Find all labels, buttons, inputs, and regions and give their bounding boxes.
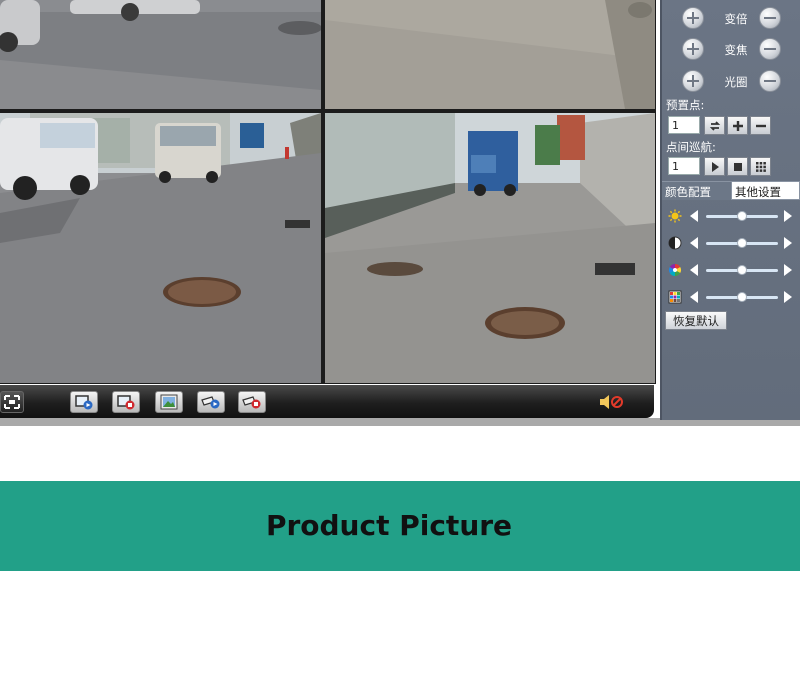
camera-view-2[interactable] [325, 0, 655, 109]
stop-icon [733, 162, 742, 171]
brightness-increase-button[interactable] [784, 210, 792, 222]
snapshot-icon [160, 394, 178, 410]
zoom-in-button[interactable] [682, 7, 704, 29]
preset-call-button[interactable] [704, 116, 725, 135]
banner-title: Product Picture [265, 509, 513, 542]
control-panel: 变倍 变焦 光圈 预置点: 1 点间巡航: 1 颜色配置 其他设置 恢复默认 [660, 0, 800, 420]
plus-icon-stroke [692, 75, 694, 87]
hue-track[interactable] [706, 292, 778, 302]
plus-icon [732, 120, 743, 131]
record-start-button[interactable] [70, 391, 98, 413]
brightness-decrease-button[interactable] [690, 210, 698, 222]
zoom-label: 变倍 [724, 12, 748, 26]
tab-color-config[interactable]: 颜色配置 [662, 181, 731, 200]
contrast-increase-button[interactable] [784, 237, 792, 249]
brightness-slider-row [668, 209, 798, 223]
play-icon [711, 161, 719, 172]
iris-control: 光圈 [682, 70, 782, 94]
camera-image-1 [0, 0, 321, 109]
grid-icon [755, 161, 766, 172]
preset-label: 预置点: [666, 98, 705, 112]
hue-thumb[interactable] [737, 292, 747, 302]
camera-image-4 [325, 113, 655, 383]
saturation-thumb[interactable] [737, 265, 747, 275]
camera-image-2 [325, 0, 655, 109]
bottom-toolbar [0, 385, 654, 418]
contrast-decrease-button[interactable] [690, 237, 698, 249]
camera-view-1[interactable] [0, 0, 321, 109]
mute-button[interactable] [598, 394, 626, 410]
hue-slider-row [668, 290, 798, 304]
iris-label: 光圈 [724, 75, 748, 89]
zoom-control: 变倍 [682, 7, 782, 31]
brightness-thumb[interactable] [737, 211, 747, 221]
cruise-label: 点间巡航: [666, 140, 716, 154]
minus-icon [764, 48, 776, 50]
hue-grid-icon [668, 290, 682, 304]
camera-play-button[interactable] [197, 391, 225, 413]
fullscreen-icon [4, 395, 20, 409]
cruise-play-button[interactable] [704, 157, 725, 176]
contrast-slider-row [668, 236, 798, 250]
video-grid [0, 0, 656, 384]
sun-icon [668, 209, 682, 223]
minus-icon [764, 17, 776, 19]
restore-defaults-button[interactable]: 恢复默认 [665, 311, 727, 330]
saturation-decrease-button[interactable] [690, 264, 698, 276]
saturation-increase-button[interactable] [784, 264, 792, 276]
tab-other-settings[interactable]: 其他设置 [731, 181, 800, 200]
minus-icon [764, 80, 776, 82]
contrast-thumb[interactable] [737, 238, 747, 248]
settings-tabs: 颜色配置 其他设置 [662, 181, 800, 200]
hue-decrease-button[interactable] [690, 291, 698, 303]
focus-in-button[interactable] [682, 38, 704, 60]
camera-image-3 [0, 113, 321, 383]
saturation-slider-row [668, 263, 798, 277]
zoom-out-button[interactable] [759, 7, 781, 29]
preset-add-button[interactable] [727, 116, 748, 135]
contrast-icon [668, 236, 682, 250]
preset-remove-button[interactable] [750, 116, 771, 135]
camera-view-3[interactable] [0, 113, 321, 383]
panel-divider [660, 0, 662, 420]
focus-control: 变焦 [682, 38, 782, 62]
plus-icon-stroke [692, 12, 694, 24]
iris-close-button[interactable] [759, 70, 781, 92]
app-screenshot: 变倍 变焦 光圈 预置点: 1 点间巡航: 1 颜色配置 其他设置 恢复默认 P… [0, 0, 800, 689]
record-stop-button[interactable] [112, 391, 140, 413]
refresh-icon [709, 120, 720, 131]
snapshot-button[interactable] [155, 391, 183, 413]
product-banner: Product Picture [0, 481, 800, 571]
plus-icon-stroke [692, 43, 694, 55]
cruise-input[interactable] [668, 157, 700, 175]
focus-out-button[interactable] [759, 38, 781, 60]
iris-open-button[interactable] [682, 70, 704, 92]
cruise-grid-button[interactable] [750, 157, 771, 176]
focus-label: 变焦 [724, 43, 748, 57]
brightness-track[interactable] [706, 211, 778, 221]
fullscreen-button[interactable] [0, 391, 24, 413]
mute-icon [600, 395, 623, 409]
camera-view-4[interactable] [325, 113, 655, 383]
saturation-track[interactable] [706, 265, 778, 275]
minus-icon [755, 124, 766, 127]
record-stop-icon [117, 395, 135, 410]
contrast-track[interactable] [706, 238, 778, 248]
camera-stop-icon [242, 396, 261, 409]
hue-increase-button[interactable] [784, 291, 792, 303]
camera-play-icon [201, 396, 220, 409]
color-wheel-icon [668, 264, 682, 276]
record-start-icon [75, 395, 93, 410]
camera-stop-button[interactable] [238, 391, 266, 413]
cruise-stop-button[interactable] [727, 157, 748, 176]
preset-input[interactable] [668, 116, 700, 134]
